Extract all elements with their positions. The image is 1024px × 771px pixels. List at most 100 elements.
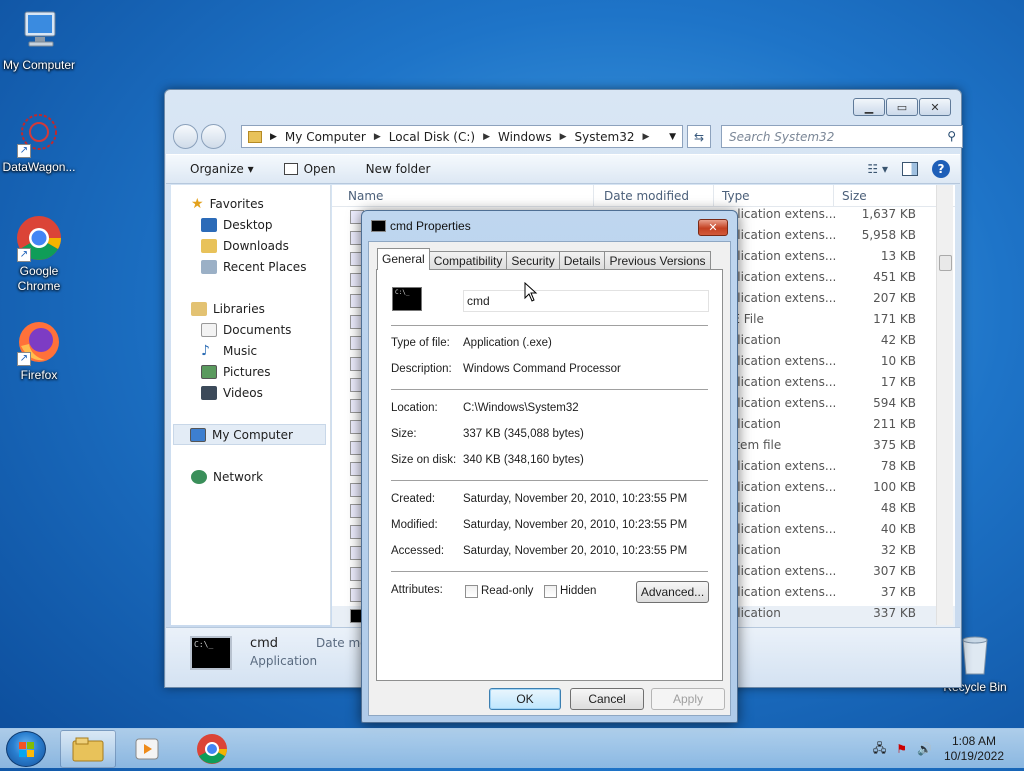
- row-type: pplication: [722, 606, 781, 620]
- nav-network[interactable]: Network: [171, 466, 330, 487]
- desktop-icon-label: DataWagon...: [2, 160, 76, 174]
- window-controls: ▁ ▭ ✕: [853, 98, 951, 116]
- open-button[interactable]: Open: [283, 162, 336, 176]
- row-type: pplication extens...: [722, 564, 837, 578]
- nav-label: Desktop: [223, 217, 273, 232]
- tab-general[interactable]: General: [377, 248, 430, 270]
- clock-time: 1:08 AM: [951, 734, 996, 748]
- accessed-value: Saturday, November 20, 2010, 10:23:55 PM: [463, 545, 688, 557]
- row-size: 171 KB: [873, 312, 916, 326]
- nav-favorites[interactable]: ★ Favorites: [171, 193, 330, 214]
- refresh-icon: ⇆: [693, 129, 705, 144]
- row-size: 1,637 KB: [861, 207, 916, 221]
- music-icon: ♪: [201, 342, 210, 359]
- divider: [391, 571, 708, 572]
- tab-details[interactable]: Details: [558, 251, 606, 270]
- search-input[interactable]: Search System32 ⚲: [721, 125, 963, 148]
- nav-pictures[interactable]: Pictures: [171, 361, 330, 382]
- refresh-button[interactable]: ⇆: [687, 125, 711, 148]
- nav-label: My Computer: [212, 427, 293, 442]
- details-type: Application: [250, 654, 318, 668]
- breadcrumb-item[interactable]: Windows: [498, 130, 552, 144]
- nav-videos[interactable]: Videos: [171, 382, 330, 403]
- start-button[interactable]: [6, 731, 46, 767]
- details-modified-label: Date mo: [316, 636, 368, 650]
- folder-icon: [72, 737, 104, 762]
- row-size: 13 KB: [880, 249, 916, 263]
- back-button[interactable]: [173, 124, 198, 149]
- breadcrumb-item[interactable]: System32: [575, 130, 635, 144]
- column-header-name[interactable]: Name: [332, 185, 594, 206]
- close-button[interactable]: ✕: [919, 98, 951, 116]
- search-icon[interactable]: ⚲: [947, 129, 956, 143]
- clock[interactable]: 1:08 AM 10/19/2022: [944, 734, 1004, 764]
- network-icon[interactable]: 🖧: [873, 739, 886, 760]
- apply-button[interactable]: Apply: [651, 688, 725, 710]
- ok-button[interactable]: OK: [489, 688, 561, 710]
- location-label: Location:: [391, 402, 438, 414]
- column-header-date-modified[interactable]: Date modified: [594, 185, 714, 206]
- hidden-label[interactable]: Hidden: [560, 585, 596, 597]
- taskbar-media-player-button[interactable]: [120, 730, 176, 768]
- breadcrumb-item[interactable]: My Computer: [285, 130, 366, 144]
- chevron-down-icon[interactable]: ▼: [669, 132, 676, 142]
- vertical-scrollbar[interactable]: [936, 185, 953, 625]
- nav-recent-places[interactable]: Recent Places: [171, 256, 330, 277]
- volume-icon[interactable]: 🔊: [917, 742, 932, 756]
- tab-security[interactable]: Security: [506, 251, 560, 270]
- desktop-icon-datawagon[interactable]: ↗ DataWagon...: [0, 110, 81, 175]
- type-value: Application (.exe): [463, 337, 552, 349]
- nav-desktop[interactable]: Desktop: [171, 214, 330, 235]
- size-label: Size:: [391, 428, 417, 440]
- desktop-icon-firefox[interactable]: ↗ Firefox: [0, 318, 81, 383]
- chrome-icon: ↗: [15, 214, 63, 262]
- organize-button[interactable]: Organize ▾: [190, 162, 254, 176]
- nav-label: Favorites: [209, 196, 264, 211]
- desktop-icon-chrome[interactable]: ↗ Google Chrome: [0, 214, 81, 294]
- view-options-icon[interactable]: ☷ ▾: [867, 162, 888, 176]
- desktop-icon-my-computer[interactable]: My Computer: [0, 8, 81, 73]
- general-panel: C:\_ cmd Type of file: Application (.exe…: [376, 269, 723, 681]
- row-type: pplication extens...: [722, 228, 837, 242]
- row-size: 37 KB: [880, 585, 916, 599]
- nav-downloads[interactable]: Downloads: [171, 235, 330, 256]
- row-size: 451 KB: [873, 270, 916, 284]
- column-header-type[interactable]: Type: [714, 185, 834, 206]
- cancel-button[interactable]: Cancel: [570, 688, 644, 710]
- tab-compatibility[interactable]: Compatibility: [428, 251, 508, 270]
- recent-places-icon: [201, 259, 217, 274]
- dialog-close-button[interactable]: ✕: [698, 219, 728, 236]
- nav-documents[interactable]: Documents: [171, 319, 330, 340]
- nav-music[interactable]: ♪ Music: [171, 340, 330, 361]
- dialog-title: cmd Properties: [390, 219, 471, 233]
- properties-dialog: cmd Properties ✕ General Compatibility S…: [361, 210, 738, 723]
- tab-previous-versions[interactable]: Previous Versions: [604, 251, 711, 270]
- readonly-checkbox[interactable]: [465, 585, 478, 598]
- scrollbar-thumb[interactable]: [939, 255, 952, 271]
- preview-pane-icon[interactable]: [902, 162, 918, 176]
- maximize-button[interactable]: ▭: [886, 98, 918, 116]
- nav-label: Videos: [223, 385, 263, 400]
- nav-my-computer[interactable]: My Computer: [173, 424, 326, 445]
- size-value: 337 KB (345,088 bytes): [463, 428, 584, 440]
- breadcrumb-item[interactable]: Local Disk (C:): [389, 130, 475, 144]
- shortcut-arrow-icon: ↗: [17, 352, 31, 366]
- address-bar[interactable]: ▶ My Computer ▶ Local Disk (C:) ▶ Windows ▶…: [241, 125, 683, 148]
- forward-button[interactable]: [201, 124, 226, 149]
- taskbar-explorer-button[interactable]: [60, 730, 116, 768]
- filename-field[interactable]: cmd: [463, 290, 709, 312]
- readonly-label[interactable]: Read-only: [481, 585, 533, 597]
- minimize-button[interactable]: ▁: [853, 98, 885, 116]
- nav-label: Network: [213, 469, 264, 484]
- column-header-size[interactable]: Size: [834, 185, 914, 206]
- hidden-checkbox[interactable]: [544, 585, 557, 598]
- breadcrumb: My Computer ▶ Local Disk (C:) ▶ Windows ▶ S…: [284, 129, 650, 144]
- nav-libraries[interactable]: Libraries: [171, 298, 330, 319]
- advanced-button[interactable]: Advanced...: [636, 581, 709, 603]
- attributes-label: Attributes:: [391, 584, 443, 596]
- help-icon[interactable]: ?: [932, 160, 950, 178]
- new-folder-button[interactable]: New folder: [366, 162, 431, 176]
- taskbar-chrome-button[interactable]: [184, 730, 240, 768]
- description-label: Description:: [391, 363, 452, 375]
- action-center-icon[interactable]: ⚑: [896, 742, 907, 756]
